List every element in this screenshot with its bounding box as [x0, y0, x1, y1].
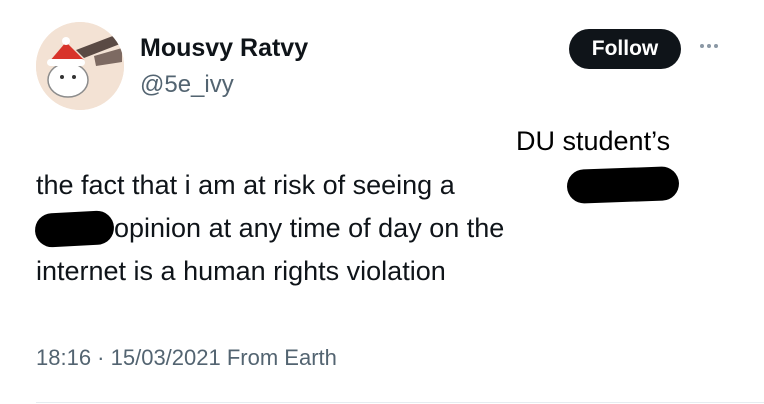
redaction-mark [34, 209, 115, 249]
user-handle[interactable]: @5e_ivy [140, 71, 234, 99]
handwritten-annotation: DU student’s [516, 126, 671, 156]
tweet-time[interactable]: 18:16 [36, 345, 91, 370]
redaction-mark [566, 166, 680, 204]
tweet-source: From Earth [220, 345, 337, 370]
follow-button[interactable]: Follow [569, 29, 681, 69]
tweet-date[interactable]: 15/03/2021 [111, 345, 221, 370]
tweet-text-line-1: the fact that i am at risk of seeing a [36, 170, 455, 200]
more-dot [707, 44, 711, 48]
meta-separator: · [91, 345, 111, 370]
santa-hat-avatar-icon [36, 22, 124, 110]
avatar[interactable] [36, 22, 124, 110]
more-dots-icon[interactable] [700, 44, 718, 48]
tweet-meta: 18:16 · 15/03/2021 From Earth [36, 345, 337, 371]
more-dot [714, 44, 718, 48]
more-dot [700, 44, 704, 48]
divider [36, 402, 764, 403]
tweet-text-line-2: opinion at any time of day on the [114, 213, 505, 243]
tweet-text-line-3: internet is a human rights violation [36, 256, 446, 286]
display-name[interactable]: Mousvy Ratvy [140, 34, 308, 63]
